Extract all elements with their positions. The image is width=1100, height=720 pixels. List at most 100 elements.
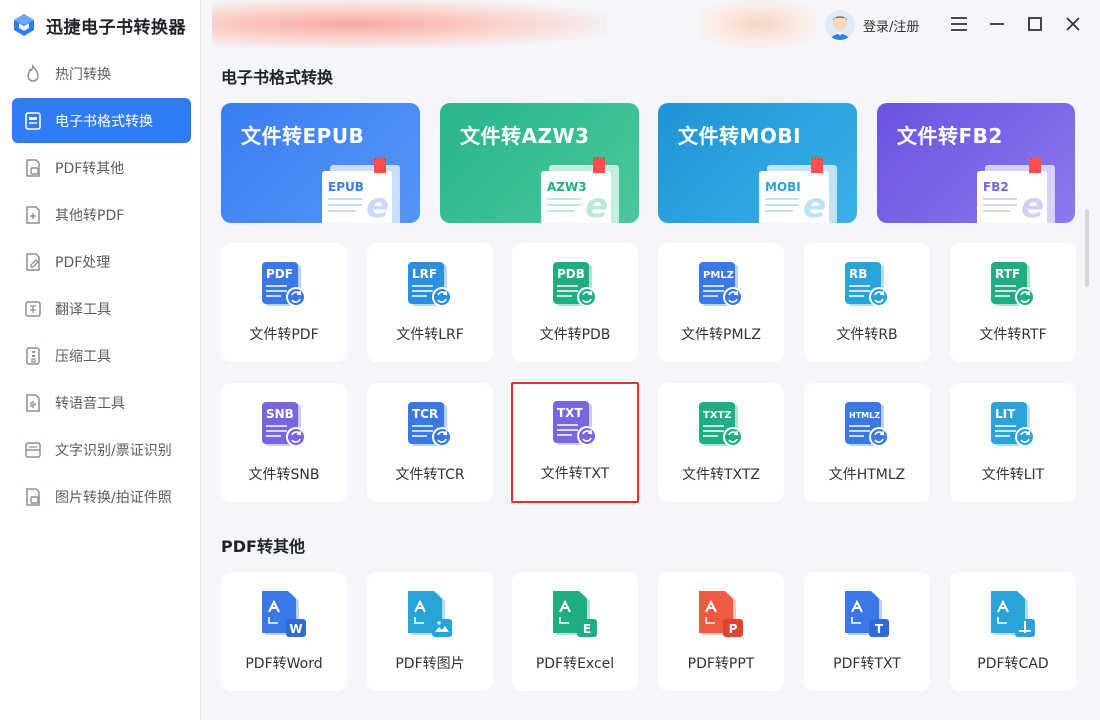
svg-text:RTF: RTF [995, 267, 1020, 281]
pdf-card-5[interactable]: PDF转CAD [950, 572, 1076, 691]
feature-card-epub[interactable]: 文件转EPUB EPUB e [221, 103, 420, 223]
feature-title: 文件转MOBI [678, 124, 802, 148]
format-card-label: 文件转TXT [540, 466, 610, 482]
pdf-card-1[interactable]: PDF转图片 [367, 572, 493, 691]
ebook-illustration-icon: EPUB e [322, 157, 400, 223]
format-card-pmlz[interactable]: PMLZ 文件转PMLZ [658, 243, 784, 362]
app-header: 迅捷电子书转换器 [12, 10, 186, 40]
sidebar-item-label: 压缩工具 [55, 348, 111, 365]
pdf-out-icon [22, 157, 44, 179]
sidebar-item-hot[interactable]: 热门转换 [12, 51, 191, 96]
format-card-label: 文件转RTF [979, 327, 1047, 343]
pdf-card-3[interactable]: P PDF转PPT [658, 572, 784, 691]
app-logo-icon [14, 14, 34, 36]
pdf-card-label: PDF转Excel [535, 656, 615, 672]
ocr-icon [22, 439, 44, 461]
hamburger-menu-icon[interactable] [947, 12, 971, 36]
feature-card-fb2[interactable]: 文件转FB2 FB2 e [877, 103, 1075, 223]
svg-text:PDF: PDF [266, 267, 293, 281]
svg-text:T: T [875, 622, 884, 636]
feature-card-azw3[interactable]: 文件转AZW3 AZW3 e [440, 103, 639, 223]
format-card-txtz[interactable]: TXTZ 文件转TXTZ [658, 383, 784, 502]
format-card-rb[interactable]: RB 文件转RB [804, 243, 930, 362]
svg-text:TXT: TXT [557, 406, 583, 420]
ebook-illustration-icon: MOBI e [759, 157, 837, 223]
feature-tag: FB2 [983, 180, 1009, 194]
minimize-icon[interactable] [985, 12, 1009, 36]
ebook-icon [22, 110, 44, 132]
pdf-card-4[interactable]: T PDF转TXT [804, 572, 930, 691]
pdf-convert-icon: E [553, 591, 597, 637]
pdf-card-0[interactable]: W PDF转Word [221, 572, 347, 691]
promo-banner-secondary[interactable] [699, 0, 817, 48]
format-card-label: 文件转RB [836, 327, 898, 343]
sidebar-item-pdf-edit[interactable]: PDF处理 [12, 239, 191, 284]
sidebar-item-label: 转语音工具 [55, 395, 125, 412]
svg-text:RB: RB [849, 267, 867, 281]
feature-title: 文件转EPUB [241, 124, 365, 148]
file-format-icon: PDB [553, 262, 597, 307]
format-card-pdb[interactable]: PDB 文件转PDB [512, 243, 638, 362]
sidebar-item-label: 其他转PDF [55, 207, 125, 224]
pdf-card-label: PDF转CAD [977, 656, 1049, 672]
format-card-label: 文件转TXTZ [681, 467, 761, 483]
file-format-icon: HTMLZ [845, 402, 889, 447]
pdf-in-icon [22, 204, 44, 226]
svg-text:SNB: SNB [266, 407, 294, 421]
sidebar-item-image[interactable]: 图片转换/拍证件照 [12, 474, 191, 519]
image-icon [22, 486, 44, 508]
format-card-snb[interactable]: SNB 文件转SNB [221, 383, 347, 502]
section-title-pdf: PDF转其他 [221, 537, 305, 556]
sidebar-item-zip[interactable]: 压缩工具 [12, 333, 191, 378]
pdf-convert-icon [991, 591, 1035, 637]
svg-text:TXTZ: TXTZ [703, 410, 732, 421]
sidebar-item-translate[interactable]: 翻译工具 [12, 286, 191, 331]
feature-title: 文件转AZW3 [460, 124, 590, 148]
svg-text:W: W [289, 622, 302, 636]
svg-text:HTMLZ: HTMLZ [849, 411, 880, 420]
sidebar-item-pdf-out[interactable]: PDF转其他 [12, 145, 191, 190]
format-card-lrf[interactable]: LRF 文件转LRF [367, 243, 493, 362]
top-bar: 登录/注册 [201, 0, 1100, 52]
close-icon[interactable] [1061, 12, 1085, 36]
pdf-card-label: PDF转Word [245, 656, 323, 672]
pdf-card-label: PDF转PPT [687, 656, 755, 672]
format-card-label: 文件转LRF [396, 327, 464, 343]
sidebar-item-label: 图片转换/拍证件照 [55, 489, 172, 506]
file-format-icon: RTF [991, 262, 1035, 307]
pdf-card-2[interactable]: E PDF转Excel [512, 572, 638, 691]
sidebar-item-ebook[interactable]: 电子书格式转换 [12, 98, 191, 143]
voice-icon [22, 392, 44, 414]
svg-text:E: E [583, 622, 591, 636]
format-card-rtf[interactable]: RTF 文件转RTF [950, 243, 1076, 362]
sidebar-item-pdf-in[interactable]: 其他转PDF [12, 192, 191, 237]
format-card-label: 文件转PDB [539, 327, 611, 343]
format-card-label: 文件转SNB [248, 467, 320, 483]
sidebar-item-label: 翻译工具 [55, 301, 111, 318]
pdf-edit-icon [22, 251, 44, 273]
feature-card-mobi[interactable]: 文件转MOBI MOBI e [658, 103, 857, 223]
feature-tag: AZW3 [547, 180, 587, 194]
svg-text:LIT: LIT [995, 407, 1016, 421]
sidebar-item-ocr[interactable]: 文字识别/票证识别 [12, 427, 191, 472]
ebook-illustration-icon: FB2 e [977, 157, 1055, 223]
sidebar-nav: 热门转换 电子书格式转换 PDF转其他 其他转PDF PDF处理 翻译工具 压缩… [12, 51, 191, 521]
format-card-htmlz[interactable]: HTMLZ 文件HTMLZ [804, 383, 930, 502]
svg-text:PMLZ: PMLZ [703, 270, 734, 281]
format-card-txt[interactable]: TXT 文件转TXT [511, 382, 639, 503]
maximize-icon[interactable] [1023, 12, 1047, 36]
scrollbar-thumb[interactable] [1085, 209, 1089, 287]
format-card-tcr[interactable]: TCR 文件转TCR [367, 383, 493, 502]
sidebar-item-label: PDF处理 [55, 254, 111, 271]
zip-icon [22, 345, 44, 367]
fire-icon [22, 63, 44, 85]
sidebar-item-voice[interactable]: 转语音工具 [12, 380, 191, 425]
promo-banner[interactable] [212, 0, 607, 48]
pdf-card-label: PDF转TXT [833, 656, 901, 672]
login-button[interactable]: 登录/注册 [825, 10, 919, 40]
pdf-convert-icon: T [845, 591, 889, 637]
avatar [825, 10, 855, 40]
format-card-pdf[interactable]: PDF 文件转PDF [221, 243, 347, 362]
svg-text:e: e [585, 186, 608, 223]
format-card-lit[interactable]: LIT 文件转LIT [950, 383, 1076, 502]
